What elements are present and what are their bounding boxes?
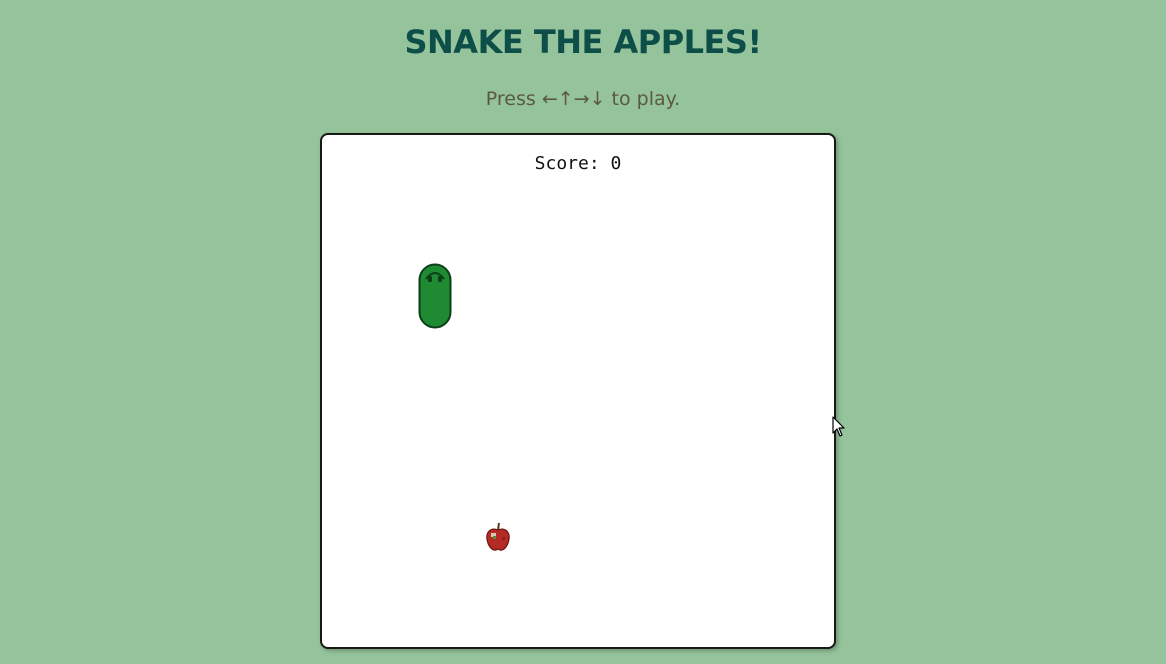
score-display: Score: 0 [534,153,622,174]
instructions-text: Press ←↑→↓ to play. [485,88,681,110]
apple-icon [486,522,510,551]
snake-icon [418,263,452,329]
game-page: SNAKE THE APPLES! Press ←↑→↓ to play. Sc… [0,0,1166,664]
game-board[interactable]: Score: 0 [320,133,836,649]
page-title: SNAKE THE APPLES! [404,23,762,61]
mouse-cursor-icon [832,416,845,437]
